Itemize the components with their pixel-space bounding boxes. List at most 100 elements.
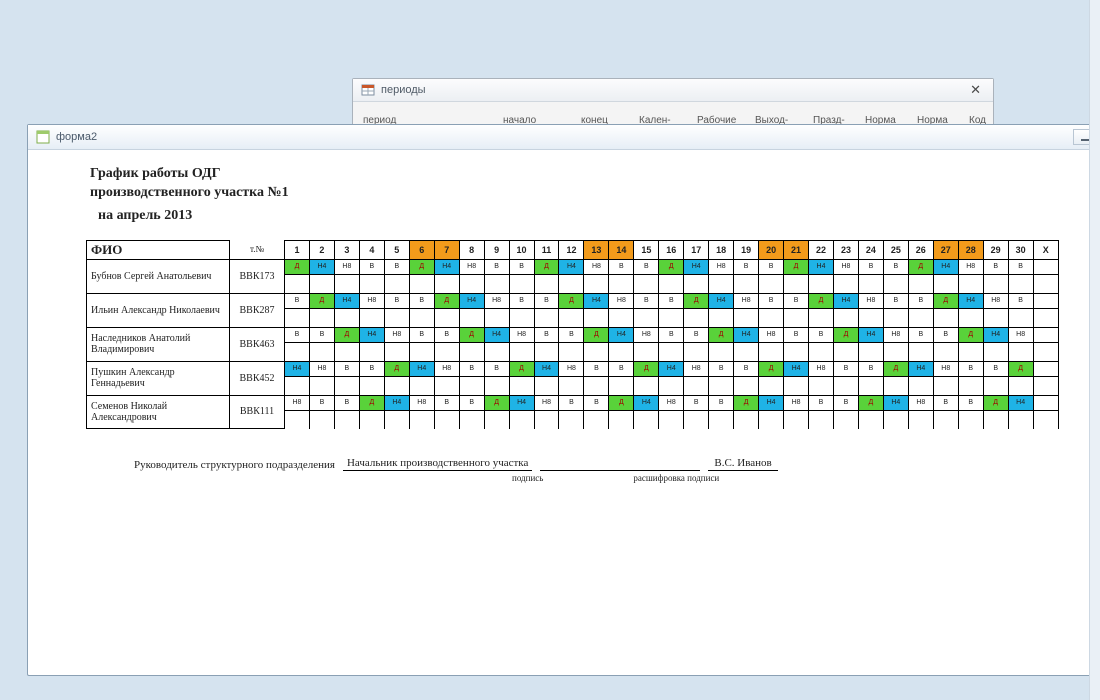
- header-day: 26: [908, 240, 933, 259]
- shift-cell: Н8: [334, 259, 359, 274]
- shift-cell: Д: [384, 361, 409, 376]
- header-day: X: [1033, 240, 1058, 259]
- shift-cell: В: [1008, 259, 1033, 274]
- header-day: 24: [858, 240, 883, 259]
- shift-cell: Н8: [309, 361, 334, 376]
- shift-cell: В: [559, 395, 584, 410]
- signature-label: Руководитель структурного подразделения: [134, 459, 335, 471]
- form-title: форма2: [56, 131, 97, 143]
- report-title: График работы ОДГ производственного учас…: [86, 165, 1059, 240]
- shift-cell: В: [809, 395, 834, 410]
- shift-cell: В: [359, 361, 384, 376]
- shift-cell: Н4: [459, 293, 484, 308]
- employee-name: Бубнов Сергей Анатольевич: [87, 259, 230, 293]
- header-day: 28: [958, 240, 983, 259]
- shift-cell: В: [908, 327, 933, 342]
- shift-cell: В: [883, 293, 908, 308]
- shift-cell: Д: [609, 395, 634, 410]
- report-document: График работы ОДГ производственного учас…: [86, 165, 1059, 655]
- shift-cell: В: [384, 259, 409, 274]
- shift-cell: Н4: [883, 395, 908, 410]
- periods-titlebar[interactable]: периоды ✕: [353, 79, 993, 102]
- shift-cell: Н4: [609, 327, 634, 342]
- shift-cell: Д: [309, 293, 334, 308]
- table-row: Ильин Александр НиколаевичВВК287ВДН4Н8ВВ…: [87, 293, 1059, 308]
- shift-cell: Д: [484, 395, 509, 410]
- form-window: форма2 График работы ОДГ производственно…: [27, 124, 1100, 676]
- shift-cell: Н4: [958, 293, 983, 308]
- shift-cell: Н4: [784, 361, 809, 376]
- shift-cell: В: [534, 293, 559, 308]
- shift-cell: [1033, 361, 1058, 376]
- shift-cell: В: [858, 259, 883, 274]
- shift-cell: В: [933, 395, 958, 410]
- shift-cell: В: [509, 293, 534, 308]
- shift-cell: Н4: [534, 361, 559, 376]
- employee-number: ВВК452: [230, 361, 285, 395]
- shift-cell: В: [285, 293, 310, 308]
- shift-cell: Н4: [559, 259, 584, 274]
- shift-cell: Д: [858, 395, 883, 410]
- shift-cell: Н8: [459, 259, 484, 274]
- shift-cell: Н8: [384, 327, 409, 342]
- shift-cell: В: [484, 259, 509, 274]
- shift-cell: Н4: [434, 259, 459, 274]
- shift-cell: Н4: [933, 259, 958, 274]
- employee-number: ВВК287: [230, 293, 285, 327]
- employee-name: Ильин Александр Николаевич: [87, 293, 230, 327]
- scrollbar[interactable]: [1089, 0, 1100, 700]
- shift-cell: В: [734, 361, 759, 376]
- shift-cell: В: [434, 395, 459, 410]
- shift-cell: Д: [734, 395, 759, 410]
- shift-cell: В: [484, 361, 509, 376]
- shift-cell: Н8: [609, 293, 634, 308]
- shift-cell: Н4: [908, 361, 933, 376]
- header-day: 16: [659, 240, 684, 259]
- table-row: Наследников Анатолий ВладимировичВВК463В…: [87, 327, 1059, 342]
- header-day: 17: [684, 240, 709, 259]
- shift-cell: Д: [958, 327, 983, 342]
- employee-name: Пушкин Александр Геннадьевич: [87, 361, 230, 395]
- header-day: 7: [434, 240, 459, 259]
- form-icon: [36, 130, 50, 144]
- shift-cell: Д: [459, 327, 484, 342]
- shift-cell: Н4: [809, 259, 834, 274]
- form-titlebar[interactable]: форма2: [28, 125, 1100, 150]
- shift-cell: Д: [434, 293, 459, 308]
- header-day: 6: [409, 240, 434, 259]
- employee-number: ВВК173: [230, 259, 285, 293]
- shift-cell: В: [459, 361, 484, 376]
- shift-cell: Н4: [858, 327, 883, 342]
- shift-cell: В: [334, 361, 359, 376]
- shift-cell: Н8: [285, 395, 310, 410]
- header-day: 11: [534, 240, 559, 259]
- shift-cell: Д: [534, 259, 559, 274]
- shift-cell: Д: [709, 327, 734, 342]
- shift-cell: В: [784, 293, 809, 308]
- shift-cell: [1033, 259, 1058, 274]
- shift-cell: Н4: [584, 293, 609, 308]
- table-row: Семенов Николай АлександровичВВК111Н8ВВД…: [87, 395, 1059, 410]
- shift-cell: В: [384, 293, 409, 308]
- shift-cell: Н4: [334, 293, 359, 308]
- header-day: 3: [334, 240, 359, 259]
- shift-cell: В: [684, 395, 709, 410]
- shift-cell: Д: [409, 259, 434, 274]
- shift-cell: Н8: [484, 293, 509, 308]
- shift-cell: Д: [684, 293, 709, 308]
- shift-cell: Н8: [908, 395, 933, 410]
- shift-cell: Д: [659, 259, 684, 274]
- employee-name: Семенов Николай Александрович: [87, 395, 230, 429]
- close-icon[interactable]: ✕: [966, 82, 985, 98]
- shift-cell: Н8: [883, 327, 908, 342]
- header-tno: т.№: [230, 240, 285, 259]
- shift-cell: Н8: [509, 327, 534, 342]
- shift-cell: Н4: [484, 327, 509, 342]
- employee-number: ВВК463: [230, 327, 285, 361]
- header-day: 10: [509, 240, 534, 259]
- shift-cell: Н8: [434, 361, 459, 376]
- shift-cell: Д: [359, 395, 384, 410]
- shift-cell: Н8: [709, 259, 734, 274]
- shift-cell: В: [434, 327, 459, 342]
- shift-cell: В: [833, 361, 858, 376]
